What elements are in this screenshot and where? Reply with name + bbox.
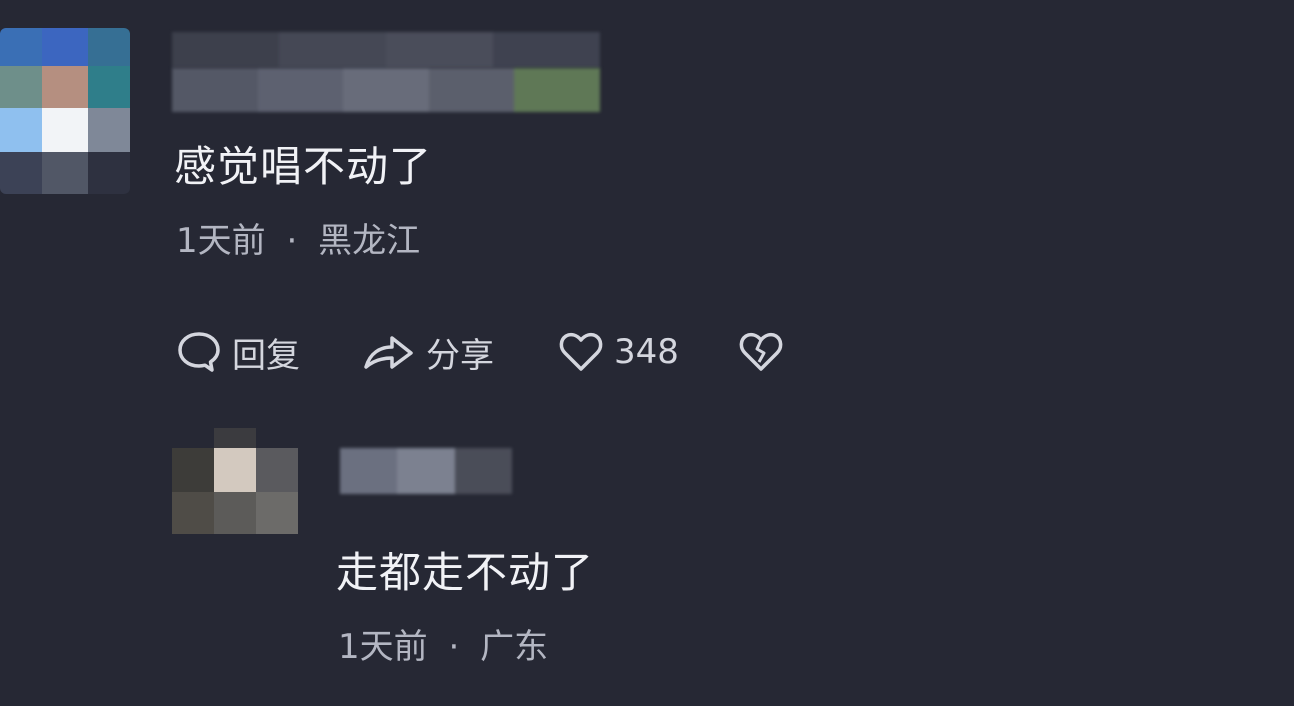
avatar-pixel bbox=[172, 492, 214, 534]
avatar-pixel bbox=[42, 28, 88, 66]
reply-label: 回复 bbox=[232, 335, 300, 376]
dislike-button[interactable] bbox=[738, 328, 784, 376]
comment-meta: 1天前 · 广东 bbox=[338, 630, 548, 664]
heart-icon bbox=[558, 329, 604, 375]
comment-meta: 1天前 · 黑龙江 bbox=[176, 224, 420, 258]
avatar[interactable] bbox=[0, 28, 130, 194]
blur-block bbox=[454, 448, 512, 494]
blurred-username[interactable] bbox=[172, 32, 600, 68]
blurred-username[interactable] bbox=[340, 448, 512, 494]
share-arrow-icon bbox=[362, 329, 416, 375]
share-label: 分享 bbox=[426, 335, 494, 376]
blur-block bbox=[343, 68, 429, 112]
avatar-pixel bbox=[0, 108, 42, 152]
blur-block bbox=[340, 448, 398, 494]
like-count: 348 bbox=[614, 332, 679, 372]
avatar-pixel bbox=[172, 448, 214, 492]
blur-block bbox=[172, 68, 258, 112]
avatar-pixel bbox=[42, 152, 88, 194]
broken-heart-icon bbox=[738, 329, 784, 375]
comment-screen: 感觉唱不动了 1天前 · 黑龙江 回复 分享 348 走都走不动了 1天前 · … bbox=[0, 0, 1294, 706]
avatar[interactable] bbox=[172, 428, 298, 534]
blurred-username[interactable] bbox=[172, 68, 600, 112]
avatar-pixel bbox=[42, 108, 88, 152]
blur-block bbox=[493, 32, 600, 68]
blur-block bbox=[397, 448, 455, 494]
avatar-pixel bbox=[256, 492, 298, 534]
avatar-pixel bbox=[0, 152, 42, 194]
blur-block bbox=[279, 32, 386, 68]
like-button[interactable]: 348 bbox=[558, 328, 679, 376]
avatar-pixel bbox=[172, 428, 214, 448]
avatar-pixel bbox=[42, 66, 88, 108]
reply-button[interactable]: 回复 bbox=[176, 328, 300, 376]
blur-block bbox=[257, 68, 344, 112]
blur-block bbox=[172, 32, 279, 68]
avatar-pixel bbox=[256, 448, 298, 492]
comment-location: 黑龙江 bbox=[318, 221, 421, 261]
meta-separator: · bbox=[448, 627, 460, 667]
avatar-pixel bbox=[214, 492, 256, 534]
blur-block bbox=[428, 68, 515, 112]
comment-text: 走都走不动了 bbox=[336, 548, 595, 597]
avatar-pixel bbox=[88, 108, 130, 152]
avatar-pixel bbox=[0, 66, 42, 108]
avatar-pixel bbox=[88, 28, 130, 66]
avatar-pixel bbox=[256, 428, 298, 448]
speech-bubble-icon bbox=[176, 329, 222, 375]
avatar-pixel bbox=[88, 152, 130, 194]
comment-location: 广东 bbox=[480, 627, 549, 667]
avatar-pixel bbox=[214, 428, 256, 448]
meta-separator: · bbox=[286, 221, 298, 261]
avatar-pixel bbox=[88, 66, 130, 108]
blur-block bbox=[386, 32, 493, 68]
comment-time: 1天前 bbox=[338, 627, 428, 667]
share-button[interactable]: 分享 bbox=[362, 328, 494, 376]
avatar-pixel bbox=[214, 448, 256, 492]
comment-time: 1天前 bbox=[176, 221, 266, 261]
comment-text: 感觉唱不动了 bbox=[174, 142, 433, 191]
blur-block bbox=[514, 68, 600, 112]
avatar-pixel bbox=[0, 28, 42, 66]
